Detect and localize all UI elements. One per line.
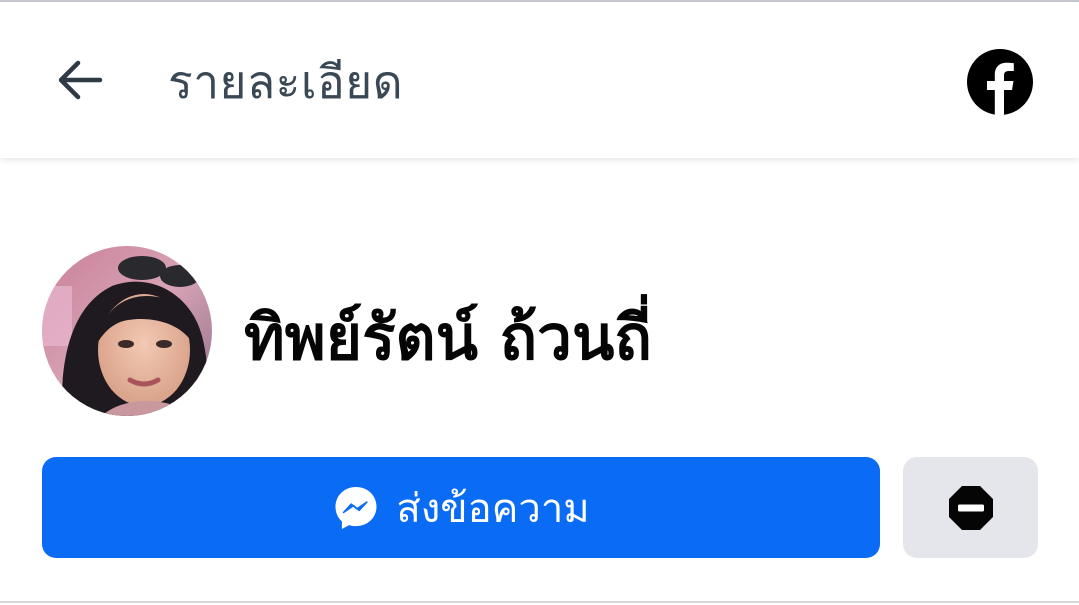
profile-name: ทิพย์รัตน์ ถ้วนถี่ (244, 301, 652, 374)
messenger-icon (332, 484, 380, 532)
profile-section: ทิพย์รัตน์ ถ้วนถี่ ส่งข้อความ (0, 158, 1079, 605)
send-message-button[interactable]: ส่งข้อความ (42, 457, 880, 558)
avatar[interactable] (42, 246, 212, 416)
bottom-divider (0, 601, 1079, 603)
arrow-left-icon (58, 60, 103, 100)
profile-details-screen: รายละเอียด ทิพย์รัตน์ ถ้วนถี่ ส่งข้อความ (0, 0, 1079, 605)
page-title: รายละเอียด (168, 55, 404, 109)
block-button[interactable] (903, 457, 1038, 558)
profile-photo (42, 246, 212, 416)
send-message-label: ส่งข้อความ (396, 485, 590, 532)
facebook-logo-icon[interactable] (966, 48, 1034, 116)
block-icon (948, 485, 993, 530)
top-app-bar: รายละเอียด (0, 2, 1079, 158)
back-button[interactable] (48, 48, 112, 112)
